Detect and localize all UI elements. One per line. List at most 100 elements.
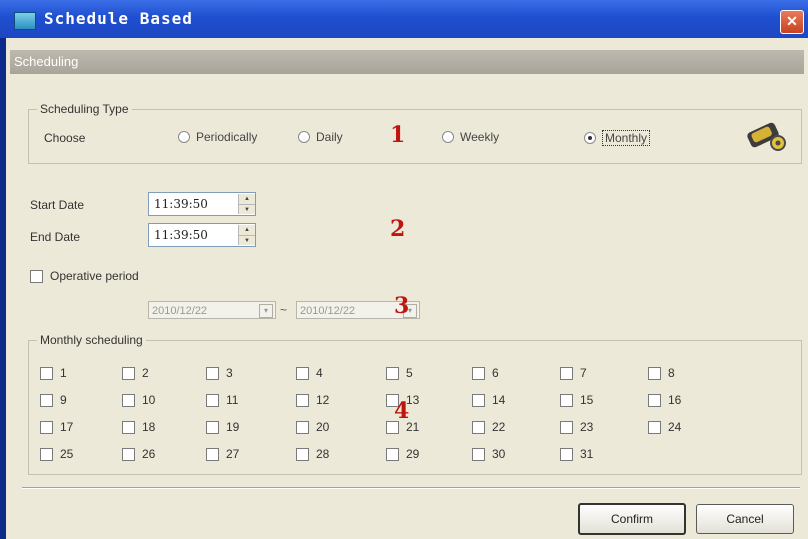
spin-up-icon[interactable]: ▲ [239, 194, 255, 204]
radio-label: Daily [316, 130, 343, 144]
day-checkbox-5[interactable]: 5 [386, 366, 413, 380]
radio-circle[interactable] [298, 131, 310, 143]
day-checkbox-31[interactable]: 31 [560, 447, 593, 461]
radio-monthly[interactable]: Monthly [584, 130, 651, 146]
checkbox-box[interactable] [648, 420, 661, 434]
day-label: 25 [60, 447, 74, 461]
confirm-button[interactable]: Confirm [578, 503, 686, 535]
checkbox-box[interactable] [206, 393, 219, 407]
start-date-value[interactable]: 11:39:50 [149, 197, 238, 211]
day-checkbox-4[interactable]: 4 [296, 366, 323, 380]
section-header: Scheduling [10, 50, 804, 74]
day-checkbox-30[interactable]: 30 [472, 447, 505, 461]
checkbox-box[interactable] [206, 447, 219, 461]
day-checkbox-15[interactable]: 15 [560, 393, 593, 407]
day-checkbox-8[interactable]: 8 [648, 366, 675, 380]
checkbox-box[interactable] [386, 447, 399, 461]
day-checkbox-22[interactable]: 22 [472, 420, 505, 434]
day-checkbox-14[interactable]: 14 [472, 393, 505, 407]
checkbox-box[interactable] [648, 393, 661, 407]
day-checkbox-25[interactable]: 25 [40, 447, 73, 461]
checkbox-box[interactable] [122, 393, 135, 407]
close-button[interactable]: ✕ [780, 10, 804, 34]
day-checkbox-11[interactable]: 11 [206, 393, 238, 407]
radio-weekly[interactable]: Weekly [442, 130, 499, 144]
checkbox-box[interactable] [296, 447, 309, 461]
day-checkbox-18[interactable]: 18 [122, 420, 155, 434]
radio-circle-selected[interactable] [584, 132, 596, 144]
day-checkbox-23[interactable]: 23 [560, 420, 593, 434]
start-date-spinner[interactable]: 11:39:50 ▲ ▼ [148, 192, 256, 216]
day-label: 8 [668, 366, 675, 380]
day-checkbox-26[interactable]: 26 [122, 447, 155, 461]
checkbox-box[interactable] [122, 366, 135, 380]
spin-down-icon[interactable]: ▼ [239, 235, 255, 246]
radio-circle[interactable] [178, 131, 190, 143]
scheduling-type-legend: Scheduling Type [40, 102, 129, 116]
day-checkbox-27[interactable]: 27 [206, 447, 239, 461]
period-to-value: 2010/12/22 [300, 305, 356, 317]
checkbox-box[interactable] [296, 366, 309, 380]
checkbox-box[interactable] [296, 420, 309, 434]
day-label: 27 [226, 447, 240, 461]
checkbox-box[interactable] [40, 366, 53, 380]
day-checkbox-3[interactable]: 3 [206, 366, 233, 380]
checkbox-box[interactable] [560, 420, 573, 434]
day-checkbox-19[interactable]: 19 [206, 420, 239, 434]
checkbox-box[interactable] [472, 447, 485, 461]
checkbox-box[interactable] [560, 393, 573, 407]
checkbox-box[interactable] [560, 447, 573, 461]
day-label: 2 [142, 366, 149, 380]
radio-label: Weekly [460, 130, 500, 144]
checkbox-box[interactable] [560, 366, 573, 380]
checkbox-box[interactable] [296, 393, 309, 407]
day-label: 31 [580, 447, 594, 461]
spin-down-icon[interactable]: ▼ [239, 204, 255, 215]
checkbox-box[interactable] [472, 420, 485, 434]
checkbox-box[interactable] [472, 393, 485, 407]
app-icon [14, 12, 36, 30]
day-checkbox-29[interactable]: 29 [386, 447, 419, 461]
cancel-button[interactable]: Cancel [696, 504, 794, 534]
checkbox-box[interactable] [122, 420, 135, 434]
checkbox-box[interactable] [472, 366, 485, 380]
day-checkbox-7[interactable]: 7 [560, 366, 587, 380]
window-title: Schedule Based [44, 9, 193, 28]
day-checkbox-10[interactable]: 10 [122, 393, 155, 407]
title-bar[interactable]: Schedule Based ✕ [0, 0, 808, 38]
day-checkbox-28[interactable]: 28 [296, 447, 329, 461]
day-checkbox-1[interactable]: 1 [40, 366, 67, 380]
checkbox-box[interactable] [386, 366, 399, 380]
checkbox-box[interactable] [40, 447, 53, 461]
radio-periodically[interactable]: Periodically [178, 130, 257, 144]
day-label: 11 [226, 393, 239, 407]
day-label: 23 [580, 420, 594, 434]
day-checkbox-20[interactable]: 20 [296, 420, 329, 434]
end-date-value[interactable]: 11:39:50 [149, 228, 238, 242]
start-date-stepper[interactable]: ▲ ▼ [238, 194, 255, 214]
checkbox-box[interactable] [648, 366, 661, 380]
checkbox-box[interactable] [206, 420, 219, 434]
radio-label: Periodically [196, 130, 258, 144]
radio-daily[interactable]: Daily [298, 130, 343, 144]
end-date-spinner[interactable]: 11:39:50 ▲ ▼ [148, 223, 256, 247]
day-checkbox-9[interactable]: 9 [40, 393, 67, 407]
period-from-value: 2010/12/22 [152, 305, 208, 317]
day-checkbox-12[interactable]: 12 [296, 393, 329, 407]
day-label: 29 [406, 447, 420, 461]
checkbox-box[interactable] [40, 393, 53, 407]
spin-up-icon[interactable]: ▲ [239, 225, 255, 235]
checkbox-box[interactable] [30, 269, 43, 283]
end-date-stepper[interactable]: ▲ ▼ [238, 225, 255, 245]
operative-period-checkbox[interactable]: Operative period [30, 269, 139, 283]
radio-circle[interactable] [442, 131, 454, 143]
day-checkbox-17[interactable]: 17 [40, 420, 73, 434]
day-checkbox-6[interactable]: 6 [472, 366, 499, 380]
day-checkbox-24[interactable]: 24 [648, 420, 681, 434]
day-checkbox-2[interactable]: 2 [122, 366, 149, 380]
checkbox-box[interactable] [206, 366, 219, 380]
day-label: 28 [316, 447, 330, 461]
checkbox-box[interactable] [122, 447, 135, 461]
day-checkbox-16[interactable]: 16 [648, 393, 681, 407]
checkbox-box[interactable] [40, 420, 53, 434]
